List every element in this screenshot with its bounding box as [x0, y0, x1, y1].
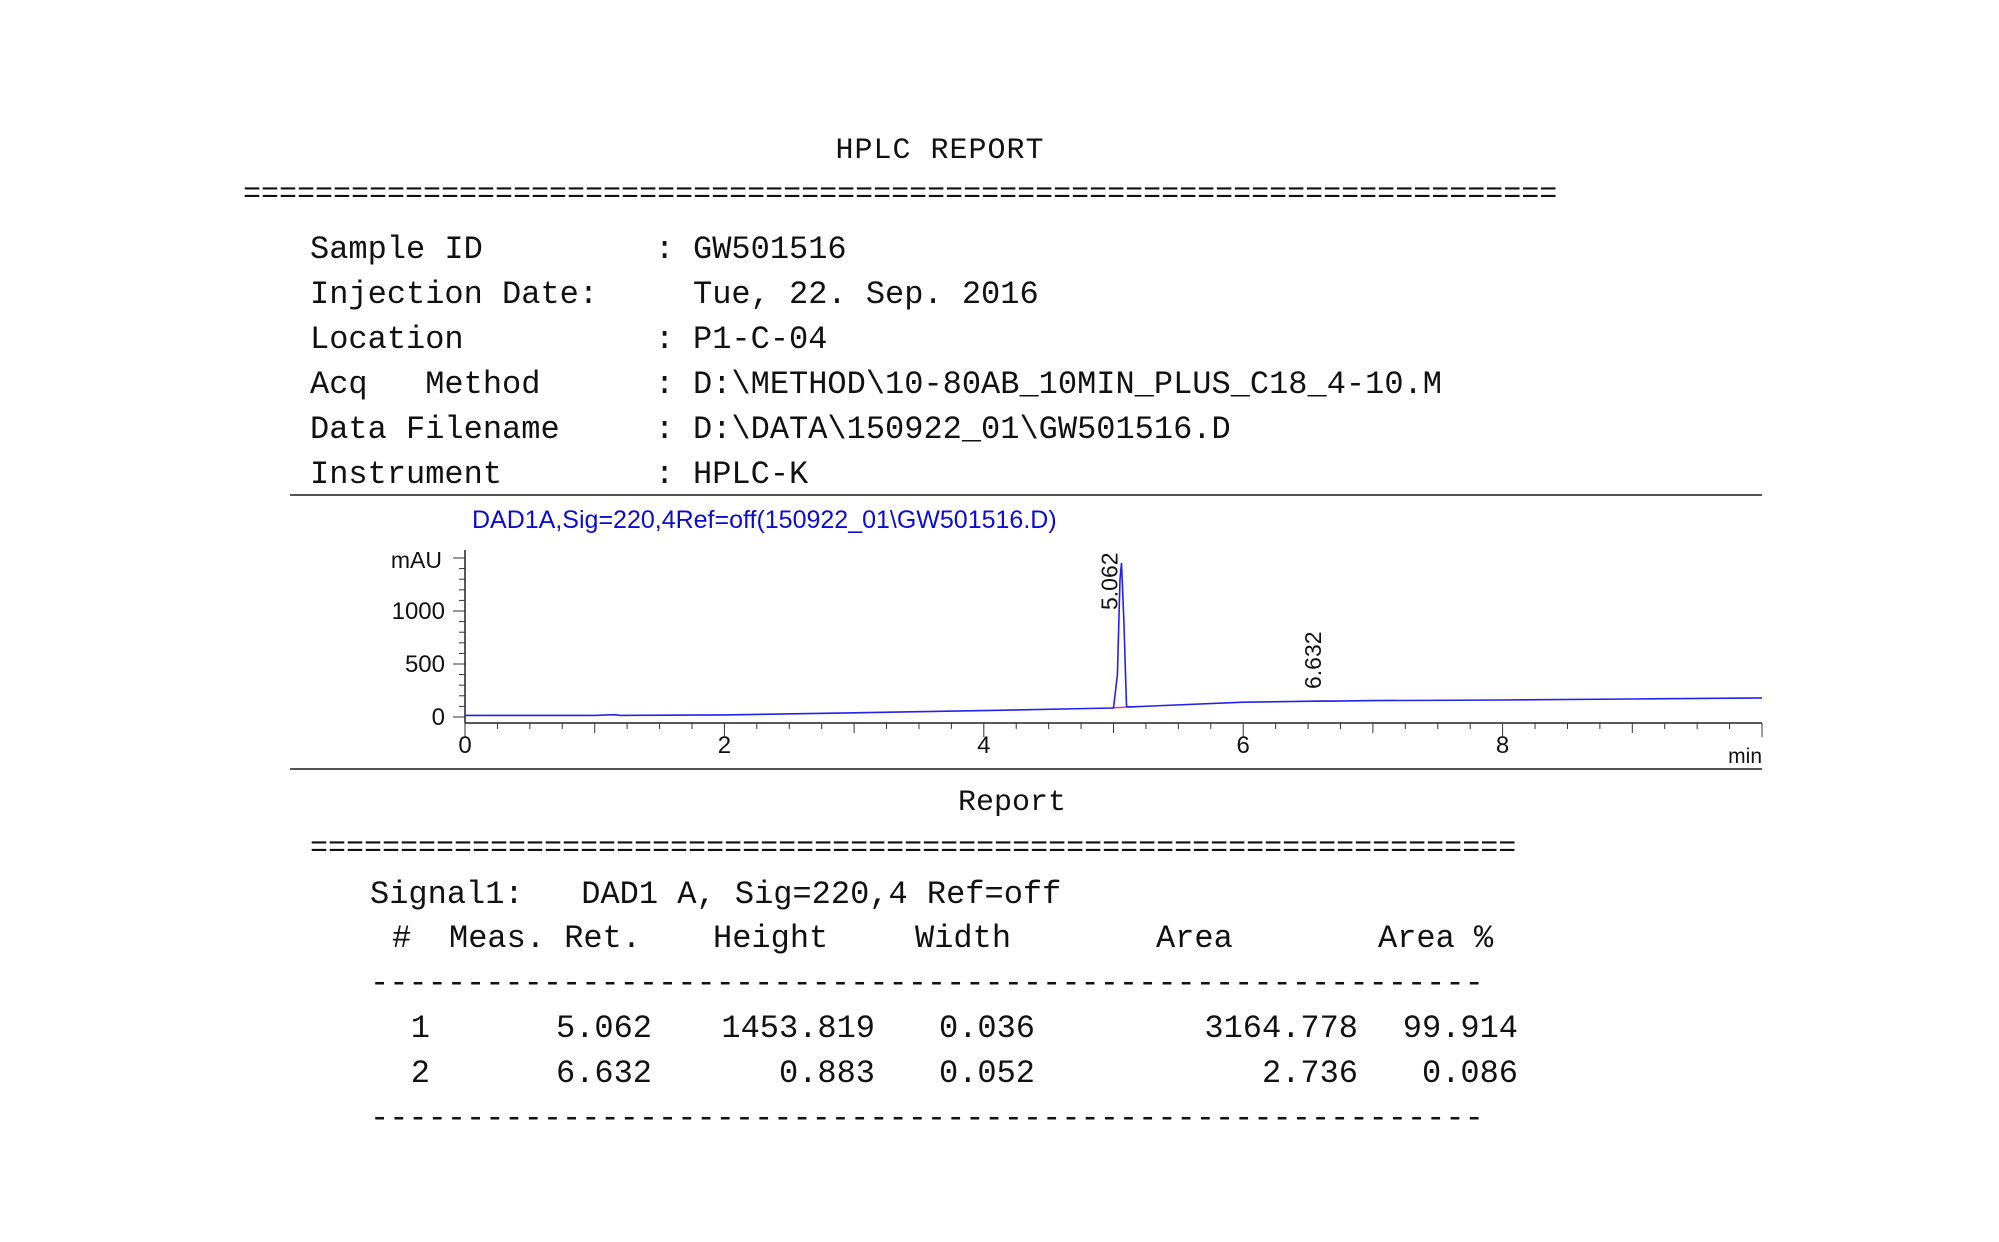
x-axis-label: min [1728, 745, 1762, 768]
cell-area-pct: 99.914 [1402, 1010, 1518, 1047]
y-tick-label: 500 [405, 651, 445, 678]
meta-label: Sample ID [310, 231, 483, 268]
meta-label: Data Filename [310, 411, 560, 448]
cell-area: 3164.778 [1204, 1010, 1358, 1047]
meta-colon: : [655, 321, 675, 358]
chromatogram-trace [465, 562, 1763, 717]
meta-row-location: Location : P1-C-04 [310, 320, 827, 360]
cell-area: 2.736 [1261, 1055, 1358, 1092]
cell-number: 2 [410, 1055, 430, 1092]
cell-width: 0.036 [938, 1010, 1035, 1047]
meta-colon: : [655, 411, 675, 448]
col-header-height: Height [713, 920, 829, 957]
peak-label: 5.062 [1097, 552, 1123, 610]
meta-value: D:\METHOD\10-80AB_10MIN_PLUS_C18_4-10.M [693, 366, 1442, 403]
x-tick-label: 8 [1496, 732, 1509, 759]
meta-row-injection-date: Injection Date: Tue, 22. Sep. 2016 [310, 275, 1039, 315]
peak-labels: 5.062 6.632 [1097, 552, 1327, 689]
chart-bottom-divider [290, 768, 1762, 770]
y-tick-label: 0 [432, 704, 445, 731]
cell-ret-time: 6.632 [555, 1055, 652, 1092]
x-tick-label: 4 [977, 732, 990, 759]
x-tick-label: 6 [1237, 732, 1250, 759]
meta-row-instrument: Instrument : HPLC-K [310, 455, 808, 495]
table-divider-bottom: ----------------------------------------… [370, 1100, 1484, 1137]
cell-height: 1453.819 [721, 1010, 875, 1047]
col-header-width: Width [915, 920, 1012, 957]
title-underline: ========================================… [243, 178, 1558, 212]
x-tick-label: 0 [458, 732, 471, 759]
chart-title: DAD1A,Sig=220,4Ref=off(150922_01\GW50151… [472, 506, 1057, 534]
cell-number: 1 [410, 1010, 430, 1047]
x-tick-label: 2 [718, 732, 731, 759]
meta-row-sample-id: Sample ID : GW501516 [310, 230, 847, 270]
meta-value: HPLC-K [693, 456, 809, 493]
cell-area-pct: 0.086 [1421, 1055, 1518, 1092]
meta-label: Location [310, 321, 464, 358]
meta-label: Injection Date: [310, 276, 599, 313]
col-header-ret-time: Meas. Ret. [449, 920, 642, 957]
meta-value: Tue, 22. Sep. 2016 [693, 276, 1039, 313]
signal-line: Signal1: DAD1 A, Sig=220,4 Ref=off [370, 876, 1062, 913]
peak-label: 6.632 [1300, 631, 1326, 689]
chart-axes: 0 2 4 6 8 0 500 1000 [392, 550, 1763, 759]
y-tick-label: 1000 [392, 598, 445, 625]
report-section-title: Report [957, 786, 1067, 820]
col-header-area-pct: Area % [1378, 920, 1494, 957]
chart-top-divider [290, 494, 1762, 496]
cell-ret-time: 5.062 [555, 1010, 652, 1047]
peak-baselines [1110, 700, 1337, 709]
meta-colon: : [655, 231, 675, 268]
meta-row-acq-method: Acq Method : D:\METHOD\10-80AB_10MIN_PLU… [310, 365, 1442, 405]
cell-height: 0.883 [778, 1055, 875, 1092]
meta-value: GW501516 [693, 231, 847, 268]
meta-row-data-filename: Data Filename : D:\DATA\150922_01\GW5015… [310, 410, 1231, 450]
meta-value: D:\DATA\150922_01\GW501516.D [693, 411, 1231, 448]
report-title: HPLC REPORT [835, 134, 1045, 168]
col-header-area: Area [1156, 920, 1233, 957]
meta-value: P1-C-04 [693, 321, 828, 358]
y-axis-label: mAU [391, 547, 442, 573]
meta-label: Acq Method [310, 366, 541, 403]
meta-label: Instrument [310, 456, 503, 493]
peak-baseline [1110, 706, 1133, 709]
report-underline: ========================================… [310, 832, 1517, 866]
table-divider: ----------------------------------------… [370, 965, 1484, 1002]
meta-colon: : [655, 456, 675, 493]
meta-colon: : [655, 366, 675, 403]
col-header-number: # [392, 920, 412, 957]
cell-width: 0.052 [938, 1055, 1035, 1092]
